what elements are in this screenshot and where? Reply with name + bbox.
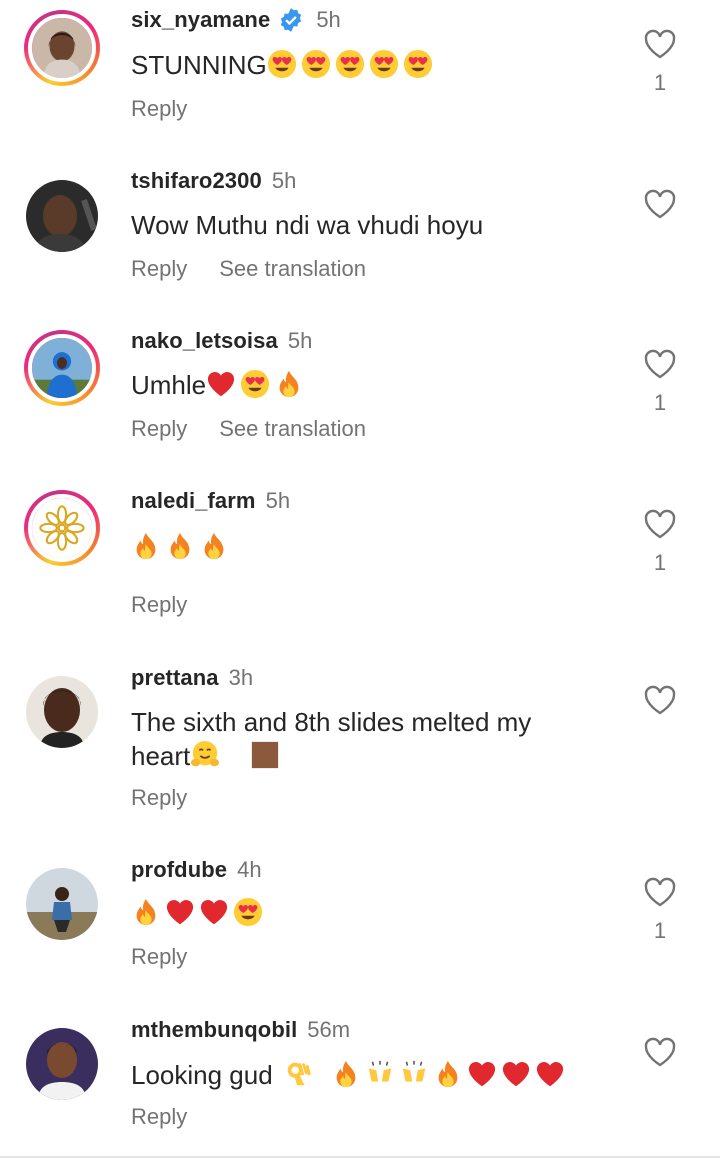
like-control: [643, 188, 677, 220]
avatar-story-ring[interactable]: [24, 490, 100, 566]
raising-hands-emoji: [365, 1059, 395, 1089]
timestamp: 4h: [237, 857, 262, 882]
fire-emoji: [131, 531, 161, 561]
heart-eyes-emoji: [335, 49, 365, 79]
timestamp: 3h: [228, 665, 254, 690]
hugging-face-emoji: [190, 740, 220, 770]
username[interactable]: mthembunqobil: [131, 1017, 297, 1043]
reply-button[interactable]: Reply: [131, 785, 187, 811]
verified-badge-icon: [281, 8, 302, 32]
red-heart-emoji: [199, 897, 229, 927]
red-heart-emoji: [206, 369, 236, 399]
red-heart-emoji: [467, 1059, 497, 1089]
fire-emoji: [433, 1059, 463, 1089]
see-translation-button[interactable]: See translation: [219, 416, 366, 442]
reply-button[interactable]: Reply: [131, 256, 187, 282]
comment-text: Umhle: [131, 368, 621, 402]
see-translation-button[interactable]: See translation: [219, 256, 366, 282]
heart-outline-icon[interactable]: [643, 508, 677, 540]
like-control: 1: [643, 508, 677, 576]
like-count: 1: [653, 550, 667, 575]
username[interactable]: tshifaro2300: [131, 168, 262, 194]
avatar: [28, 494, 96, 562]
heart-outline-icon[interactable]: [643, 348, 677, 380]
avatar-wrap[interactable]: [24, 1026, 100, 1102]
heart-outline-icon[interactable]: [643, 28, 677, 60]
comment-text: Wow Muthu ndi wa vhudi hoyu: [131, 210, 484, 240]
red-heart-emoji: [501, 1059, 531, 1089]
avatar: [26, 676, 98, 748]
like-control: [643, 684, 677, 716]
heart-eyes-emoji: [267, 49, 297, 79]
avatar: [26, 868, 98, 940]
heart-eyes-emoji: [403, 49, 433, 79]
heart-eyes-emoji: [301, 49, 331, 79]
comment-text: STUNNING: [131, 48, 621, 82]
like-count: 1: [653, 390, 667, 415]
raising-hands-emoji: [399, 1059, 429, 1089]
avatar: [28, 14, 96, 82]
avatar: [28, 334, 96, 402]
username[interactable]: prettana: [131, 665, 219, 691]
timestamp: 5h: [287, 328, 313, 353]
heart-outline-icon[interactable]: [643, 684, 677, 716]
heart-outline-icon[interactable]: [643, 188, 677, 220]
avatar-wrap[interactable]: [24, 178, 100, 254]
like-control: 1: [643, 876, 677, 944]
comment-text: [131, 530, 621, 564]
ok-hand-emoji: [283, 1059, 313, 1089]
reply-button[interactable]: Reply: [131, 1104, 187, 1130]
fire-emoji: [331, 1059, 361, 1089]
fire-emoji: [199, 531, 229, 561]
reply-button[interactable]: Reply: [131, 592, 187, 618]
like-count: 1: [653, 70, 667, 95]
reply-button[interactable]: Reply: [131, 944, 187, 970]
comment-text: [131, 896, 621, 930]
like-control: 1: [643, 28, 677, 96]
fire-emoji: [165, 531, 195, 561]
username[interactable]: naledi_farm: [131, 488, 256, 514]
heart-eyes-emoji: [240, 369, 270, 399]
like-control: 1: [643, 348, 677, 416]
timestamp: 5h: [316, 7, 341, 32]
heart-eyes-emoji: [233, 897, 263, 927]
heart-outline-icon[interactable]: [643, 1036, 677, 1068]
red-heart-emoji: [165, 897, 195, 927]
avatar-story-ring[interactable]: [24, 330, 100, 406]
comment-text: Looking gud: [131, 1058, 621, 1092]
brown-square-emoji: [250, 740, 280, 770]
reply-button[interactable]: Reply: [131, 416, 187, 442]
timestamp: 5h: [271, 168, 297, 193]
username[interactable]: nako_letsoisa: [131, 328, 278, 354]
heart-eyes-emoji: [369, 49, 399, 79]
fire-emoji: [131, 897, 161, 927]
timestamp: 5h: [265, 488, 291, 513]
avatar-wrap[interactable]: [24, 866, 100, 942]
fire-emoji: [274, 369, 304, 399]
username[interactable]: profdube: [131, 857, 227, 883]
like-control: [643, 1036, 677, 1068]
comment-text: The sixth and 8th slides melted my heart: [131, 707, 532, 771]
heart-outline-icon[interactable]: [643, 876, 677, 908]
avatar-story-ring[interactable]: [24, 10, 100, 86]
like-count: 1: [653, 918, 667, 943]
username[interactable]: six_nyamane: [131, 7, 270, 33]
avatar-wrap[interactable]: [24, 674, 100, 750]
avatar: [26, 1028, 98, 1100]
timestamp: 56m: [307, 1017, 351, 1042]
avatar: [26, 180, 98, 252]
bottom-divider: [0, 1156, 720, 1158]
red-heart-emoji: [535, 1059, 565, 1089]
reply-button[interactable]: Reply: [131, 96, 187, 122]
